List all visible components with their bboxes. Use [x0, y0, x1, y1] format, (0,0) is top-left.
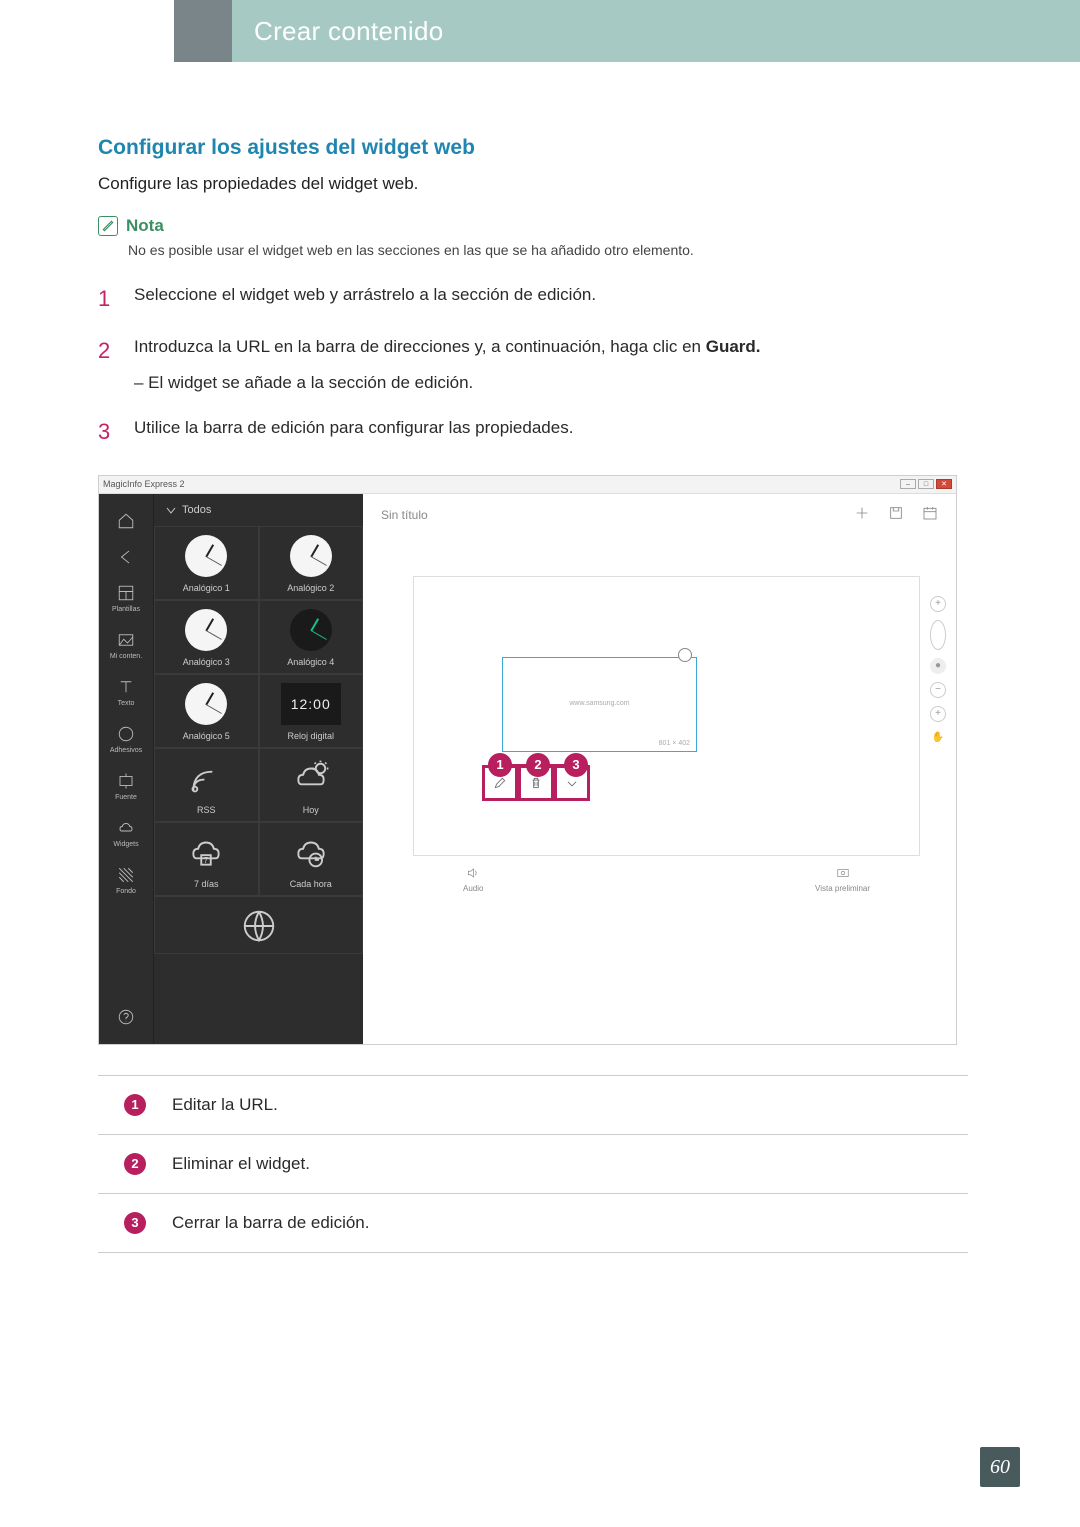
legend-row-1: 1 Editar la URL. — [98, 1076, 968, 1135]
sidebar-adhesivos[interactable]: Adhesivos — [99, 717, 153, 762]
widgets-panel: Todos Analógico 1 Analógico 2 Analógico … — [153, 494, 363, 1044]
save-icon[interactable] — [888, 505, 904, 524]
legend-row-3: 3 Cerrar la barra de edición. — [98, 1194, 968, 1253]
legend-text-3: Cerrar la barra de edición. — [172, 1213, 369, 1233]
window-minimize-button[interactable]: – — [900, 479, 916, 489]
step-3-number: 3 — [98, 415, 116, 449]
zoom-add-icon[interactable]: + — [930, 596, 946, 612]
app-title: MagicInfo Express 2 — [103, 479, 185, 489]
sidebar-texto[interactable]: Texto — [99, 670, 153, 715]
legend-bullet-2: 2 — [124, 1153, 146, 1175]
widget-7-dias[interactable]: 77 días — [154, 822, 259, 896]
window-maximize-button[interactable]: □ — [918, 479, 934, 489]
section-intro: Configure las propiedades del widget web… — [98, 174, 968, 194]
callout-legend: 1 Editar la URL. 2 Eliminar el widget. 3… — [98, 1075, 968, 1253]
page-header-title: Crear contenido — [254, 16, 444, 47]
web-widget-url: www.samsung.com — [503, 700, 696, 707]
legend-text-1: Editar la URL. — [172, 1095, 278, 1115]
step-2-bold: Guard. — [706, 337, 761, 356]
canvas-zoom-tools: + ● − + ✋ — [930, 596, 946, 746]
zoom-fit-icon[interactable]: ● — [930, 658, 946, 674]
step-1-number: 1 — [98, 282, 116, 316]
sidebar-back[interactable] — [99, 540, 153, 574]
audio-button[interactable]: Audio — [463, 866, 483, 893]
sidebar-fuente[interactable]: Fuente — [99, 764, 153, 809]
widget-rss[interactable]: RSS — [154, 748, 259, 822]
step-2-sub: – El widget se añade a la sección de edi… — [134, 370, 968, 396]
widget-cada-hora[interactable]: Cada hora — [259, 822, 364, 896]
note-icon — [98, 216, 118, 236]
legend-row-2: 2 Eliminar el widget. — [98, 1135, 968, 1194]
step-3-text: Utilice la barra de edición para configu… — [134, 415, 968, 449]
step-2: 2 Introduzca la URL en la barra de direc… — [98, 334, 968, 397]
legend-bullet-3: 3 — [124, 1212, 146, 1234]
zoom-out-icon[interactable]: − — [930, 682, 946, 698]
section-heading: Configurar los ajustes del widget web — [98, 136, 968, 160]
step-3: 3 Utilice la barra de edición para confi… — [98, 415, 968, 449]
app-sidebar: Plantillas Mi conten. Texto Adhesivos Fu… — [99, 494, 153, 1044]
step-2-text: Introduzca la URL en la barra de direcci… — [134, 337, 706, 356]
widget-analogico-1[interactable]: Analógico 1 — [154, 526, 259, 600]
note-label: Nota — [126, 216, 164, 236]
callout-2: 2 — [526, 753, 550, 777]
widget-analogico-5[interactable]: Analógico 5 — [154, 674, 259, 748]
step-1: 1 Seleccione el widget web y arrástrelo … — [98, 282, 968, 316]
widget-analogico-4[interactable]: Analógico 4 — [259, 600, 364, 674]
widget-reloj-digital[interactable]: 12:00Reloj digital — [259, 674, 364, 748]
zoom-in-icon[interactable]: + — [930, 706, 946, 722]
sidebar-fondo[interactable]: Fondo — [99, 858, 153, 903]
page-number: 60 — [980, 1447, 1020, 1487]
legend-text-2: Eliminar el widget. — [172, 1154, 310, 1174]
note-block: Nota No es posible usar el widget web en… — [98, 216, 968, 258]
widget-web[interactable] — [154, 896, 363, 954]
legend-bullet-1: 1 — [124, 1094, 146, 1116]
globe-icon — [678, 648, 692, 662]
callout-3: 3 — [564, 753, 588, 777]
widget-hoy[interactable]: Hoy — [259, 748, 364, 822]
document-title: Sin título — [381, 508, 428, 522]
widget-analogico-2[interactable]: Analógico 2 — [259, 526, 364, 600]
page-header-bar: Crear contenido — [0, 0, 1080, 62]
callout-1: 1 — [488, 753, 512, 777]
app-main: Sin título www.samsung.com 801 × 402 — [363, 494, 956, 1044]
step-1-text: Seleccione el widget web y arrástrelo a … — [134, 282, 968, 316]
sidebar-mi-conten[interactable]: Mi conten. — [99, 623, 153, 668]
panel-filter[interactable]: Todos — [154, 494, 363, 526]
preview-button[interactable]: Vista preliminar — [815, 866, 870, 893]
window-close-button[interactable]: ✕ — [936, 479, 952, 489]
sidebar-widgets[interactable]: Widgets — [99, 811, 153, 856]
web-widget-dimensions: 801 × 402 — [659, 740, 690, 747]
placed-web-widget[interactable]: www.samsung.com 801 × 402 — [502, 657, 697, 752]
svg-text:7: 7 — [204, 856, 208, 865]
edit-canvas[interactable]: www.samsung.com 801 × 402 — [413, 576, 920, 856]
step-2-number: 2 — [98, 334, 116, 397]
sidebar-home[interactable] — [99, 504, 153, 538]
sidebar-help[interactable] — [99, 1000, 153, 1034]
sidebar-plantillas[interactable]: Plantillas — [99, 576, 153, 621]
widget-analogico-3[interactable]: Analógico 3 — [154, 600, 259, 674]
calendar-icon[interactable] — [922, 505, 938, 524]
note-text: No es posible usar el widget web en las … — [98, 242, 968, 258]
app-titlebar: MagicInfo Express 2 – □ ✕ — [99, 476, 956, 494]
pan-icon[interactable]: ✋ — [930, 730, 946, 746]
app-screenshot: MagicInfo Express 2 – □ ✕ Plantillas Mi … — [98, 475, 957, 1045]
add-icon[interactable] — [854, 505, 870, 524]
